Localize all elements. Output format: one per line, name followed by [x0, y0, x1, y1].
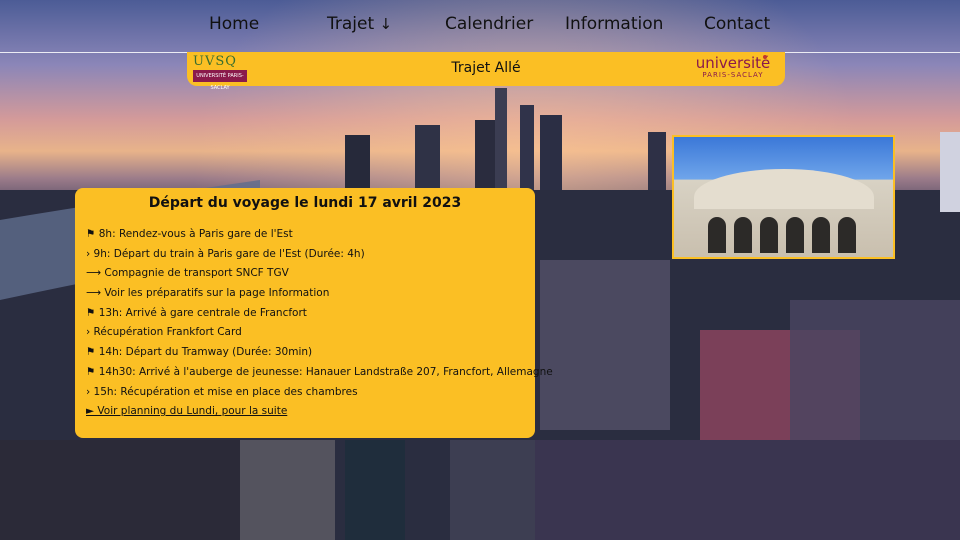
itinerary-item: › 9h: Départ du train à Paris gare de l'… — [86, 247, 365, 260]
itinerary-list: ⚑ 8h: Rendez-vous à Paris gare de l'Est … — [86, 225, 553, 422]
station-arch — [786, 217, 804, 253]
nav-contact[interactable]: Contact — [704, 14, 770, 34]
paris-saclay-logo-sub: PARIS-SACLAY — [702, 71, 764, 79]
nav-calendrier[interactable]: Calendrier — [445, 14, 533, 34]
itinerary-item: ⚑ 8h: Rendez-vous à Paris gare de l'Est — [86, 228, 293, 240]
station-arch — [734, 217, 752, 253]
nav-home[interactable]: Home — [209, 14, 259, 34]
paris-saclay-logo-main: université — [695, 54, 771, 72]
itinerary-card: Départ du voyage le lundi 17 avril 2023 … — [75, 188, 553, 438]
station-arch — [838, 217, 856, 253]
gare-de-l-est-photo — [672, 135, 895, 259]
main-navigation: Home Trajet ↓ Calendrier Information Con… — [0, 0, 960, 53]
planning-lundi-link[interactable]: ► Voir planning du Lundi, pour la suite — [86, 405, 287, 417]
itinerary-item: ⟶ Compagnie de transport SNCF TGV — [86, 267, 289, 280]
planning-lundi-item: ► Voir planning du Lundi, pour la suite — [86, 402, 553, 422]
itinerary-item: ⚑ 14h30: Arrivé à l'auberge de jeunesse:… — [86, 365, 553, 378]
station-roof — [694, 169, 874, 209]
itinerary-item: › 15h: Récupération et mise en place des… — [86, 385, 358, 398]
itinerary-title: Départ du voyage le lundi 17 avril 2023 — [148, 195, 462, 211]
arrow-down-icon: ↓ — [379, 15, 393, 33]
itinerary-item: › Récupération Frankfort Card — [86, 326, 242, 339]
page-banner: UVSQ UNIVERSITÉ PARIS-SACLAY Trajet Allé… — [187, 52, 785, 91]
itinerary-item: ⟶ Voir les préparatifs sur la page Infor… — [86, 287, 330, 300]
paris-saclay-logo: université PARIS-SACLAY — [693, 55, 773, 83]
station-arch — [708, 217, 726, 253]
station-arch — [760, 217, 778, 253]
logo-dot-icon — [763, 55, 767, 59]
nav-trajet-label: Trajet — [327, 14, 375, 34]
nav-trajet[interactable]: Trajet ↓ — [327, 14, 392, 34]
itinerary-item: ⚑ 14h: Départ du Tramway (Durée: 30min) — [86, 346, 313, 359]
itinerary-item: ⚑ 13h: Arrivé à gare centrale de Francfo… — [86, 306, 307, 319]
nav-information[interactable]: Information — [565, 14, 663, 34]
station-arch — [812, 217, 830, 253]
